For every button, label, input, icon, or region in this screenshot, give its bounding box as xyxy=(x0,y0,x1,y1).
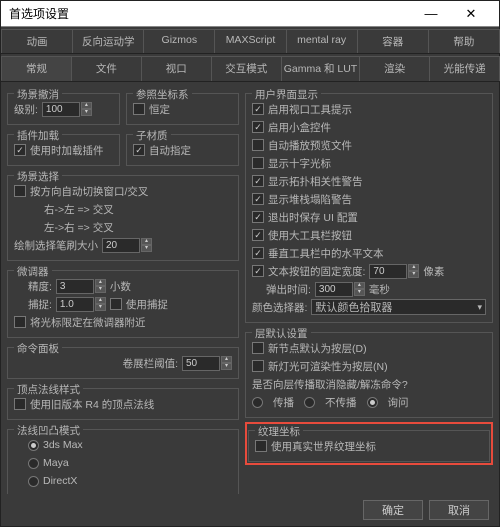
popup-spinner[interactable]: ▴▾ xyxy=(315,282,365,297)
brush-spinner[interactable]: ▴▾ xyxy=(102,238,152,253)
const-checkbox[interactable] xyxy=(133,103,145,115)
ui-cb4[interactable] xyxy=(252,157,264,169)
tab-radiosity[interactable]: 光能传递 xyxy=(429,56,500,81)
tab-row-2: 常规 文件 视口 交互模式 Gamma 和 LUT 渲染 光能传递 xyxy=(1,54,499,82)
group-scene-undo: 场景撤消 级别: ▴▾ xyxy=(7,93,120,125)
ui-cb10[interactable] xyxy=(252,265,264,277)
undo-level-spinner[interactable]: ▴▾ xyxy=(42,102,92,117)
window-title: 首选项设置 xyxy=(9,5,411,22)
real-world-checkbox[interactable] xyxy=(255,440,267,452)
r4-checkbox[interactable] xyxy=(14,398,26,410)
tab-row-1: 动画 反向运动学 Gizmos MAXScript mental ray 容器 … xyxy=(1,27,499,54)
prop-radio2[interactable] xyxy=(304,397,315,408)
group-spinner: 微调器 精度: ▴▾ 小数 捕捉: ▴▾ 使用捕捉 将光标限定在微调器附近 xyxy=(7,270,239,338)
norm-3dsmax-radio[interactable] xyxy=(28,440,39,451)
tab-interact[interactable]: 交互模式 xyxy=(211,56,282,81)
group-cmd: 命令面板 卷展栏阈值: ▴▾ xyxy=(7,347,239,379)
group-sub: 子材质 自动指定 xyxy=(126,134,239,166)
ui-cb5[interactable] xyxy=(252,175,264,187)
tab-render[interactable]: 渲染 xyxy=(359,56,430,81)
group-vnorm: 顶点法线样式 使用旧版本 R4 的顶点法线 xyxy=(7,388,239,420)
norm-maya-radio[interactable] xyxy=(28,458,39,469)
ui-cb6[interactable] xyxy=(252,193,264,205)
tab-gizmos[interactable]: Gizmos xyxy=(143,29,215,53)
ui-cb8[interactable] xyxy=(252,229,264,241)
group-plugin: 插件加载 使用时加载插件 xyxy=(7,134,120,166)
titlebar: 首选项设置 — ✕ xyxy=(1,1,499,27)
tab-gamma[interactable]: Gamma 和 LUT xyxy=(281,56,361,81)
group-layer: 层默认设置 新节点默认为按层(D) 新灯光可渲染性为按层(N) 是否向层传播取消… xyxy=(245,332,493,418)
ok-button[interactable]: 确定 xyxy=(363,500,423,520)
autoswitch-checkbox[interactable] xyxy=(14,185,26,197)
use-snap-checkbox[interactable] xyxy=(110,298,122,310)
group-tex: 纹理坐标 使用真实世界纹理坐标 xyxy=(248,430,490,462)
snap-spinner[interactable]: ▴▾ xyxy=(56,297,106,312)
tab-help[interactable]: 帮助 xyxy=(428,29,500,53)
ui-cb9[interactable] xyxy=(252,247,264,259)
precision-spinner[interactable]: ▴▾ xyxy=(56,279,106,294)
minimize-button[interactable]: — xyxy=(411,1,451,26)
group-scene-sel: 场景选择 按方向自动切换窗口/交叉 右->左 => 交叉 左->右 => 交叉 … xyxy=(7,175,239,261)
group-normmode: 法线凹凸模式 3ds Max Maya DirectX xyxy=(7,429,239,494)
tab-general[interactable]: 常规 xyxy=(1,56,72,81)
prop-radio3[interactable] xyxy=(367,397,378,408)
ui-cb7[interactable] xyxy=(252,211,264,223)
footer: 确定 取消 xyxy=(1,494,499,526)
plugin-checkbox[interactable] xyxy=(14,144,26,156)
highlight-box: 纹理坐标 使用真实世界纹理坐标 xyxy=(245,422,493,465)
layer-cb1[interactable] xyxy=(252,342,264,354)
tab-file[interactable]: 文件 xyxy=(71,56,142,81)
layer-cb2[interactable] xyxy=(252,360,264,372)
ui-cb2[interactable] xyxy=(252,121,264,133)
norm-directx-radio[interactable] xyxy=(28,476,39,487)
tab-mentalray[interactable]: mental ray xyxy=(286,29,358,53)
ui-cb3[interactable] xyxy=(252,139,264,151)
tab-viewport[interactable]: 视口 xyxy=(141,56,212,81)
prop-radio1[interactable] xyxy=(252,397,263,408)
fixed-width-spinner[interactable]: ▴▾ xyxy=(369,264,419,279)
color-picker-dropdown[interactable]: 默认颜色拾取器 xyxy=(311,299,486,315)
limit-checkbox[interactable] xyxy=(14,316,26,328)
rollout-spinner[interactable]: ▴▾ xyxy=(182,356,232,371)
close-button[interactable]: ✕ xyxy=(451,1,491,26)
tab-maxscript[interactable]: MAXScript xyxy=(214,29,286,53)
sub-checkbox[interactable] xyxy=(133,144,145,156)
group-ui: 用户界面显示 启用视口工具提示 启用小盒控件 自动播放预览文件 显示十字光标 显… xyxy=(245,93,493,323)
group-ref-coord: 参照坐标系 恒定 xyxy=(126,93,239,125)
ui-cb1[interactable] xyxy=(252,103,264,115)
tab-container[interactable]: 容器 xyxy=(357,29,429,53)
tab-anim[interactable]: 动画 xyxy=(1,29,73,53)
tab-ik[interactable]: 反向运动学 xyxy=(72,29,144,53)
cancel-button[interactable]: 取消 xyxy=(429,500,489,520)
